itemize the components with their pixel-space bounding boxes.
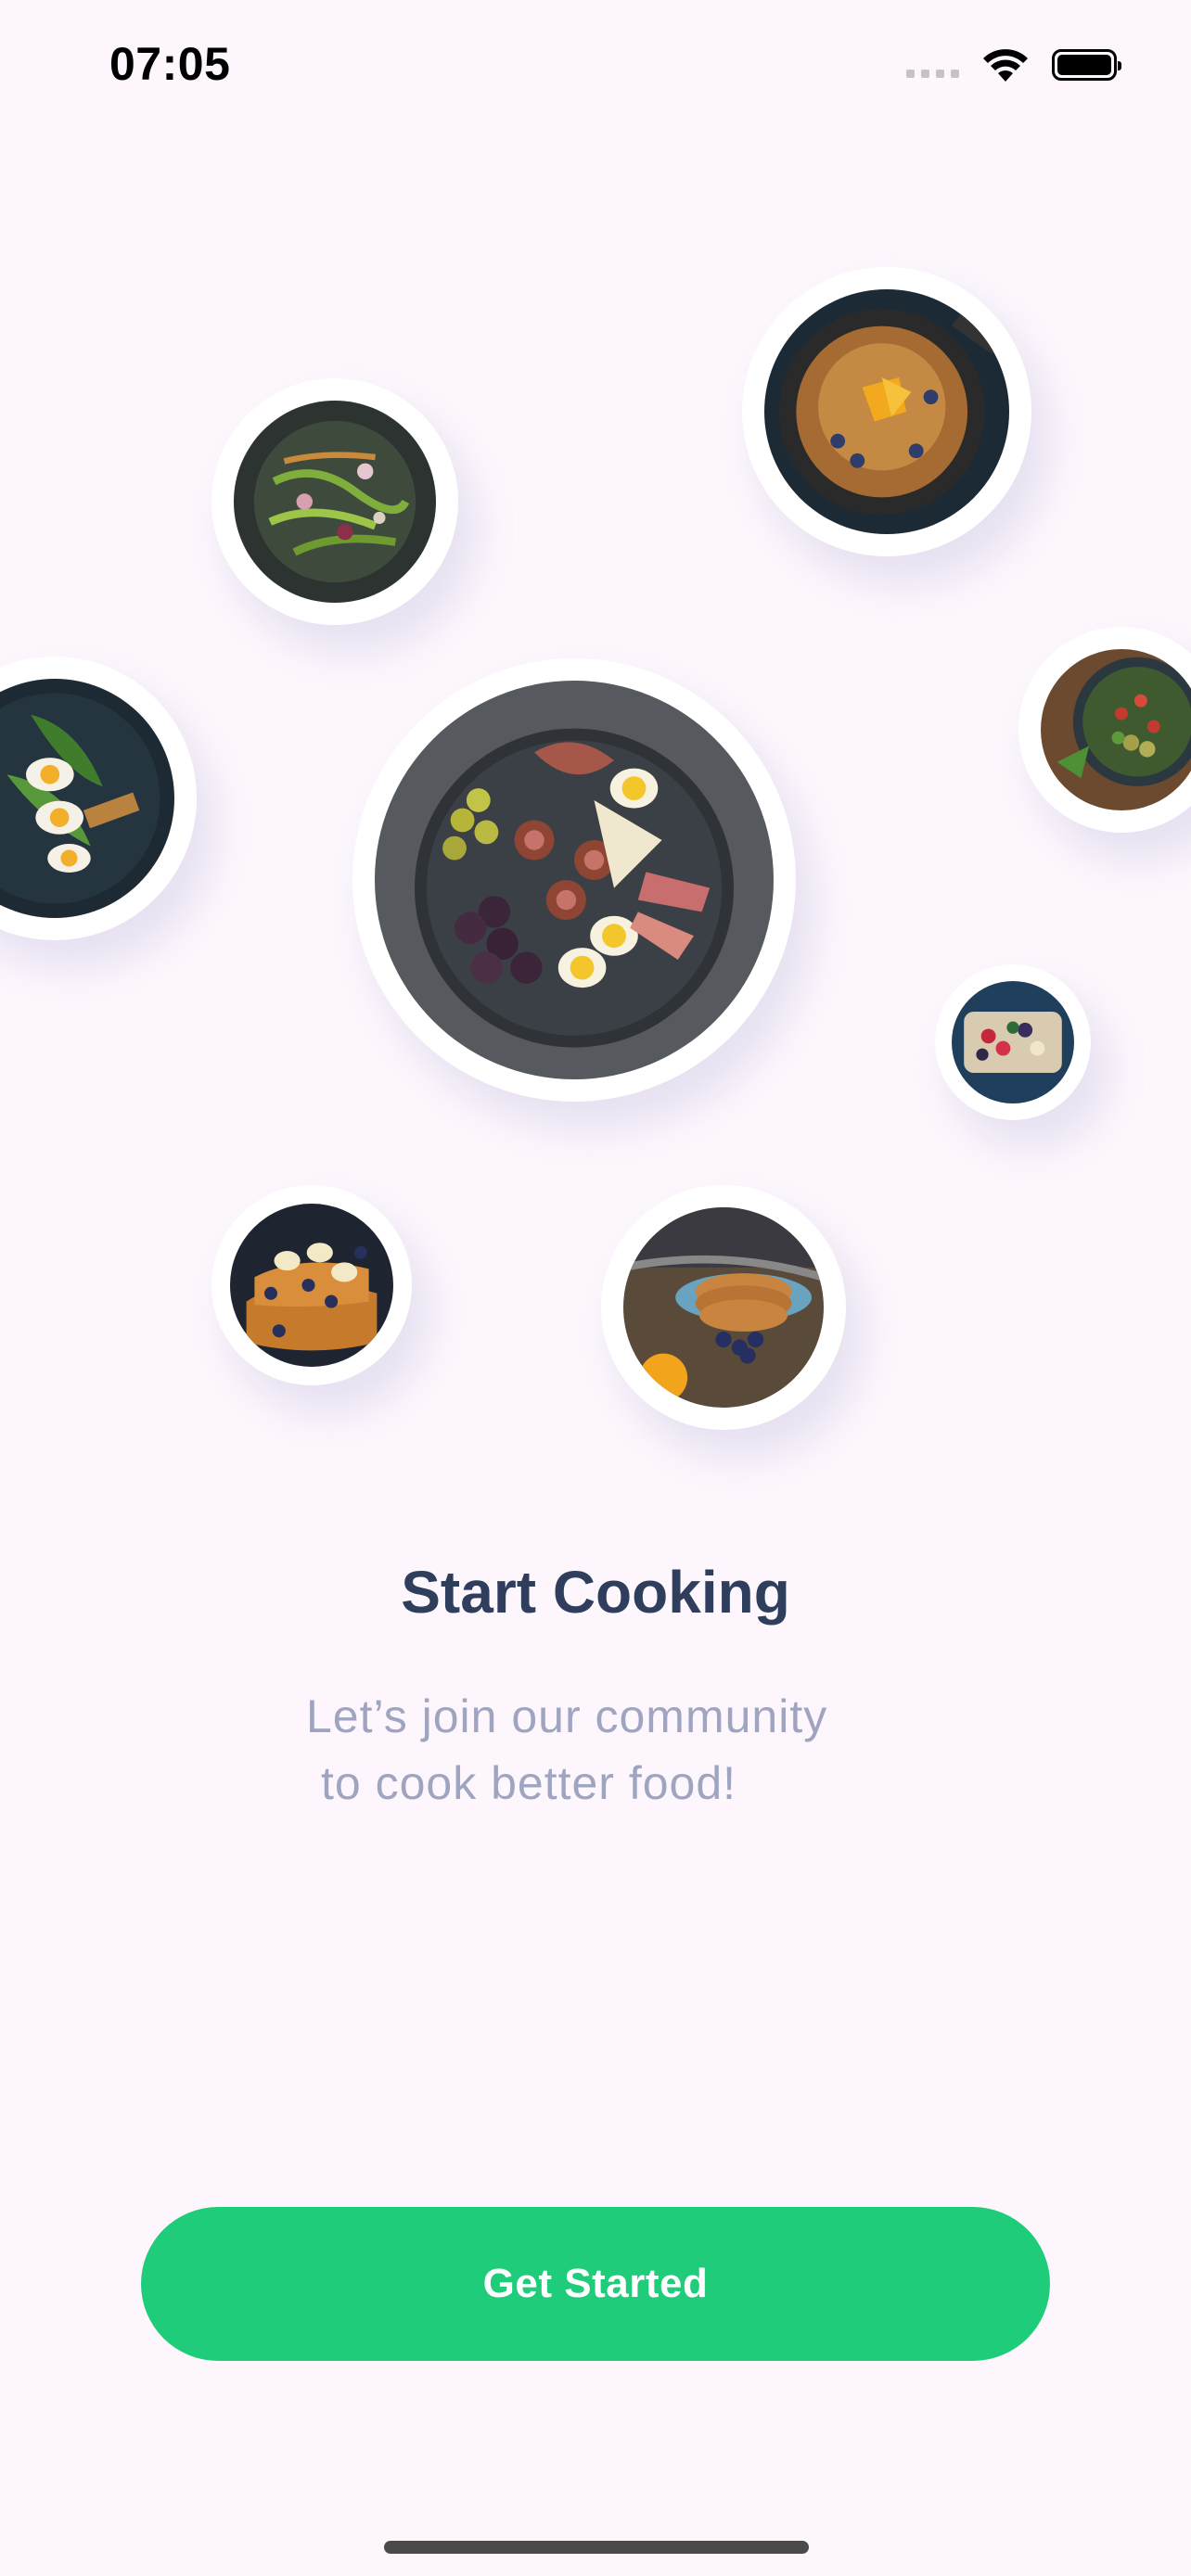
dish-bubble-skillet-pancake (742, 267, 1031, 556)
blueberry-pancake-stack-image (623, 1207, 824, 1408)
dish-bubble-charcuterie-platter (352, 658, 796, 1102)
cellular-signal-icon (906, 69, 959, 78)
charcuterie-platter-image (375, 681, 774, 1079)
status-icons (906, 46, 1121, 83)
berry-breakfast-board-image (952, 981, 1074, 1103)
dish-bubble-banana-french-toast (211, 1185, 412, 1385)
herb-salad-image (234, 401, 436, 603)
onboarding-screen: 07:05 Start Cooking Let’s join our commu… (0, 0, 1191, 2576)
egg-salad-image (0, 679, 174, 918)
dish-bubble-berry-breakfast-board (935, 964, 1091, 1120)
home-indicator[interactable] (384, 2541, 809, 2554)
wifi-icon (983, 49, 1028, 82)
get-started-button[interactable]: Get Started (141, 2207, 1050, 2361)
battery-icon (1052, 49, 1121, 81)
banana-french-toast-image (230, 1204, 393, 1367)
subtitle-line-1: Let’s join our community (306, 1690, 828, 1742)
dish-bubble-egg-salad (0, 657, 197, 940)
skillet-pancake-image (764, 289, 1009, 534)
dish-bubble-herb-salad (211, 378, 458, 625)
page-title: Start Cooking (401, 1559, 790, 1626)
page-subtitle: Let’s join our community to cook better … (306, 1683, 900, 1817)
dish-bubble-bean-salad-bowl (1018, 627, 1191, 833)
bean-salad-bowl-image (1041, 649, 1191, 810)
status-time: 07:05 (109, 38, 231, 90)
dish-bubble-blueberry-pancake-stack (601, 1185, 846, 1430)
subtitle-line-2: to cook better food! (321, 1757, 737, 1809)
